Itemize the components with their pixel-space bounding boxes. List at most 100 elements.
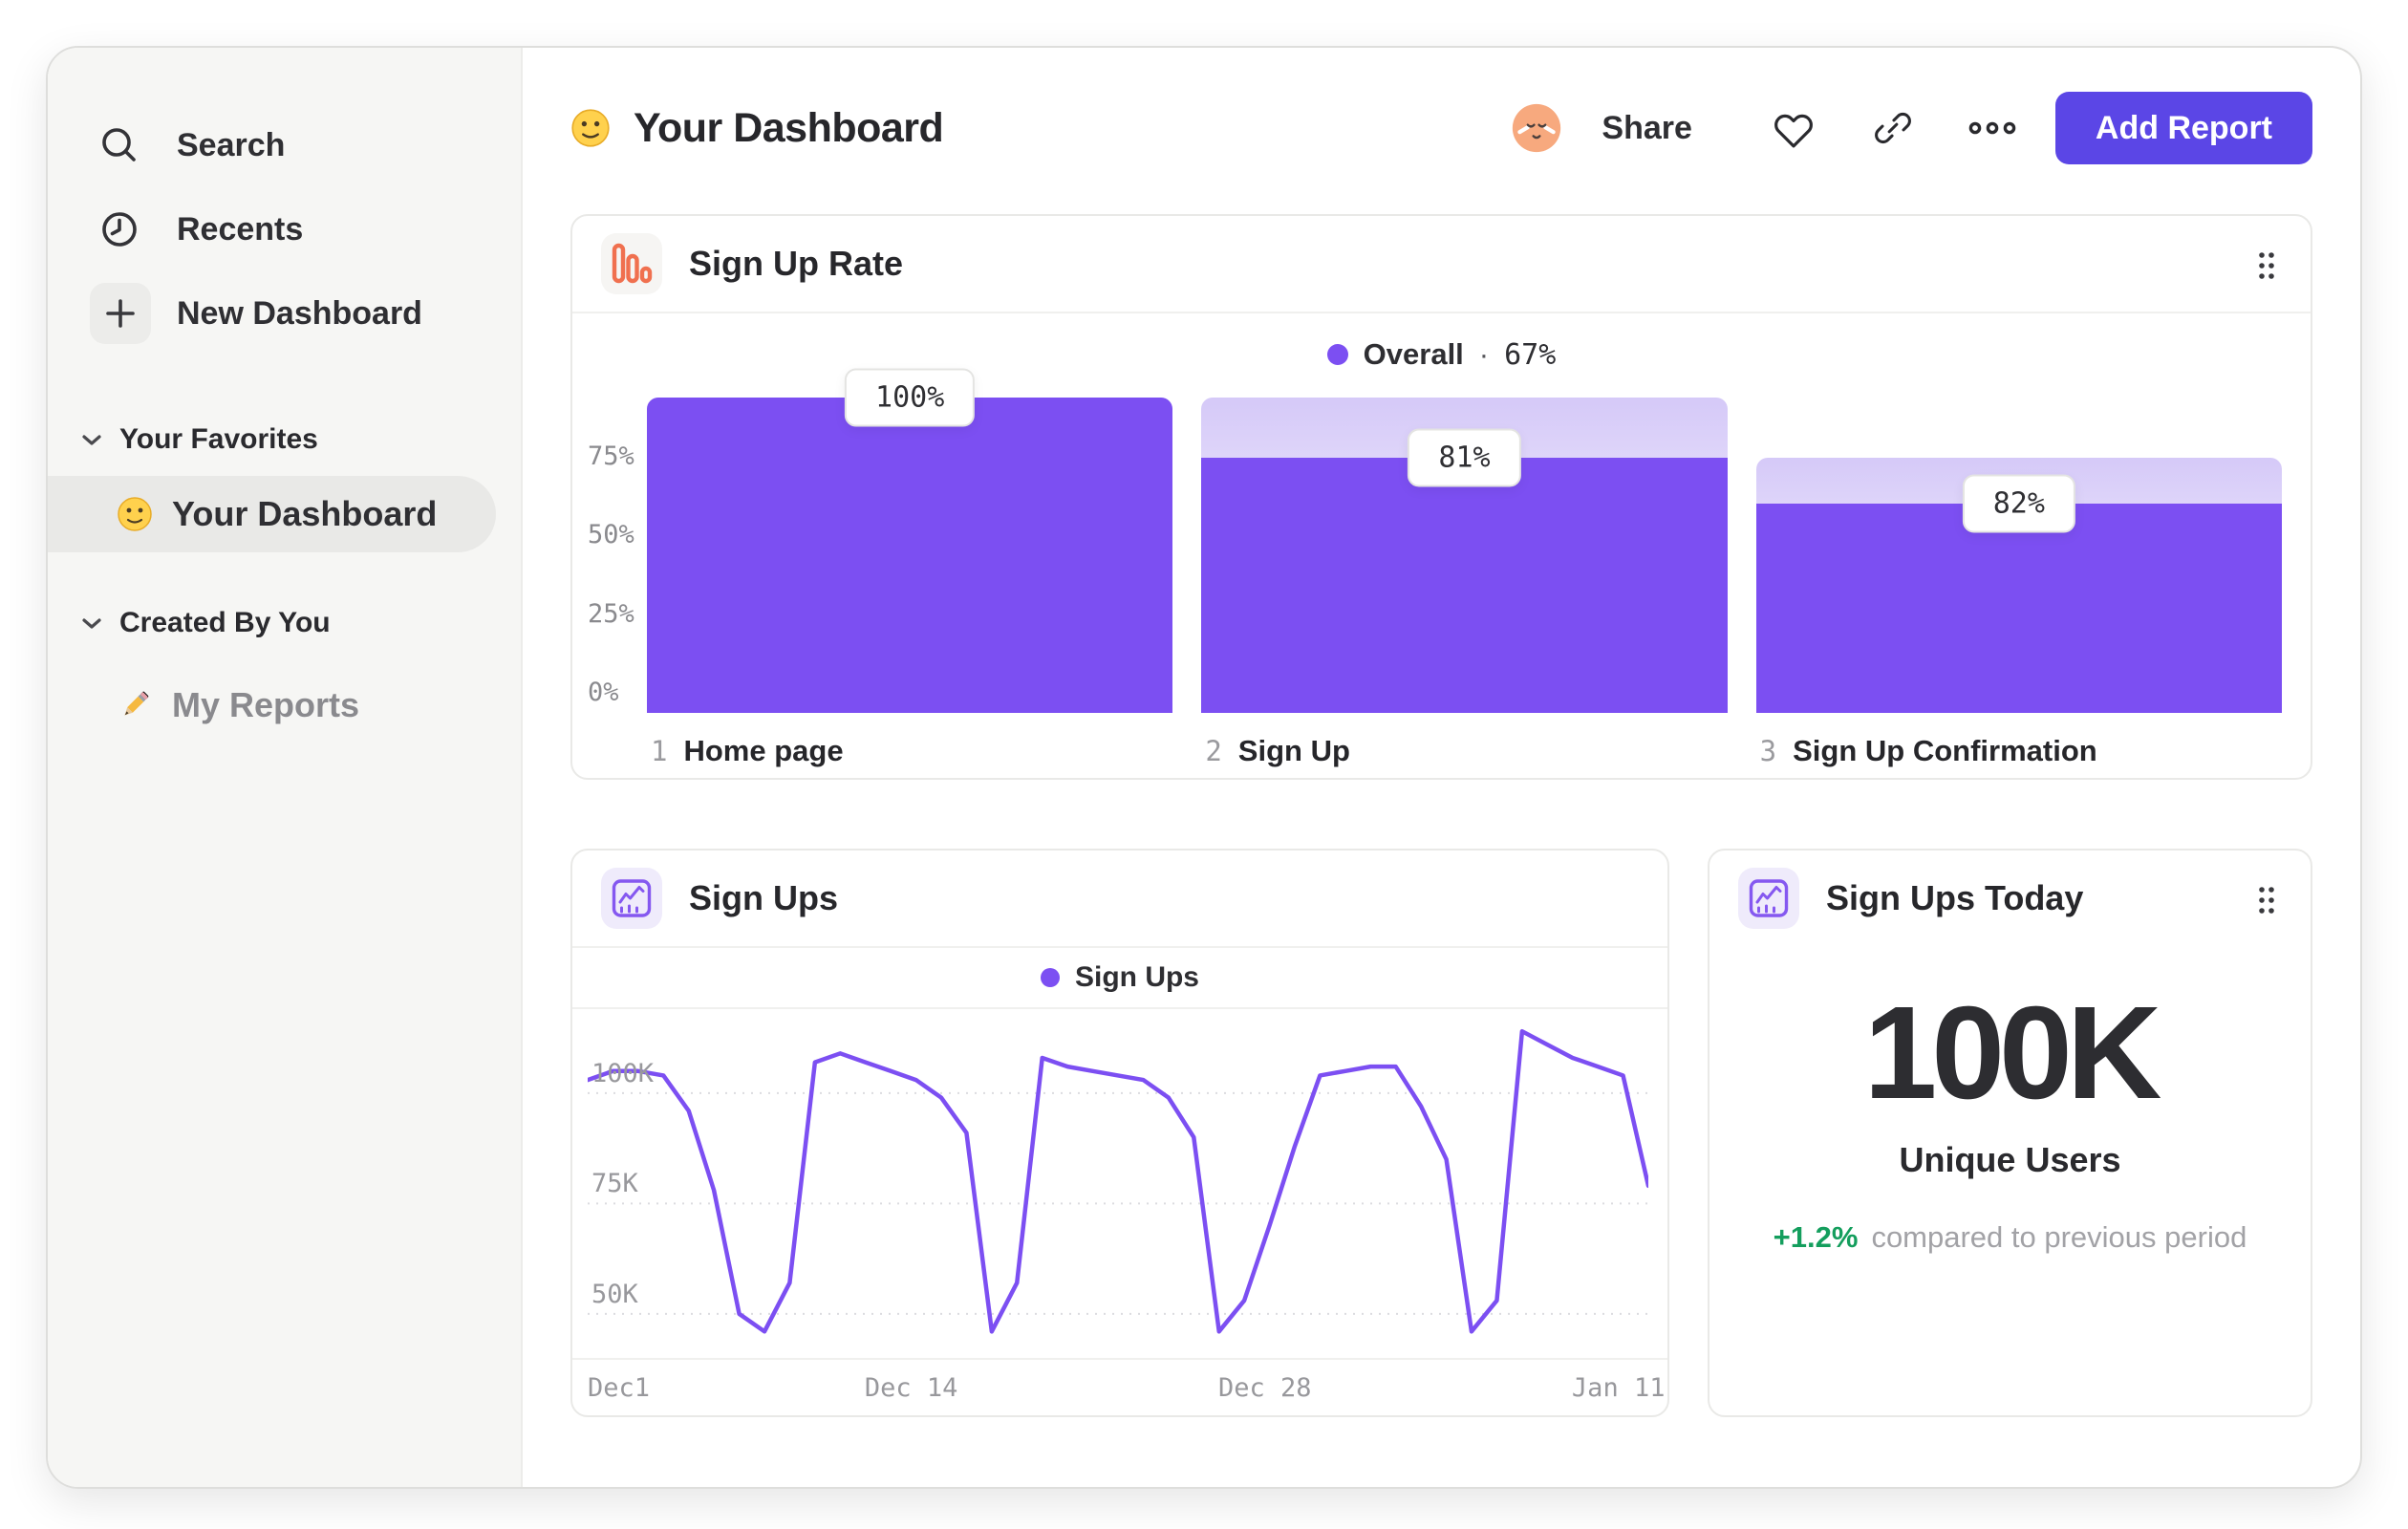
sidebar-item-my-reports[interactable]: My Reports: [48, 667, 496, 743]
card-header: Sign Ups: [572, 851, 1667, 946]
more-options-button[interactable]: [1967, 103, 2017, 153]
funnel-step[interactable]: 81% 2 Sign Up: [1201, 398, 1728, 767]
card-title: Sign Ups: [689, 878, 839, 917]
funnel-y-tick: 25%: [588, 598, 634, 629]
sidebar-item-your-dashboard[interactable]: Your Dashboard: [48, 476, 496, 552]
line-chart-icon: [601, 868, 662, 929]
card-title: Sign Up Rate: [689, 244, 904, 283]
step-name: Sign Up: [1237, 734, 1350, 767]
step-number: 3: [1759, 735, 1777, 767]
delta-badge: +1.2%: [1773, 1219, 1859, 1254]
clock-icon: [97, 207, 141, 251]
sidebar-item-recents[interactable]: Recents: [48, 187, 521, 271]
funnel-value-tooltip: 81%: [1408, 428, 1521, 487]
line-plot: 100K 75K 50K: [588, 1023, 1648, 1358]
sidebar-item-label: Search: [177, 126, 286, 163]
card-header: Sign Up Rate: [572, 216, 2311, 312]
main-content: Your Dashboard Share Add Report Sign Up …: [523, 48, 2360, 1487]
favorite-heart-button[interactable]: [1769, 103, 1818, 153]
funnel-y-tick: 75%: [588, 441, 634, 471]
metric-delta-row: +1.2% compared to previous period: [1774, 1220, 2247, 1255]
dashboard-header: Your Dashboard Share Add Report: [570, 90, 2312, 166]
line-y-tick: 75K: [591, 1169, 638, 1199]
smiley-emoji: [118, 497, 152, 531]
funnel-value-tooltip: 100%: [845, 368, 976, 427]
plus-icon: [90, 283, 151, 344]
line-chart-icon: [1738, 868, 1799, 929]
heart-icon: [1774, 114, 1813, 148]
smiley-emoji: [571, 109, 610, 147]
card-header: Sign Ups Today: [1709, 851, 2311, 946]
avatar[interactable]: [1512, 103, 1561, 153]
funnel-plot: 75% 50% 25% 0% 100% 1 Home page 81% 2 Si…: [572, 368, 2311, 767]
sidebar-item-label: Your Dashboard: [172, 494, 438, 533]
funnel-legend[interactable]: Overall · 67%: [572, 313, 2311, 396]
link-icon: [1874, 112, 1911, 144]
funnel-chart-icon: [601, 233, 662, 294]
funnel-step-label: 3 Sign Up Confirmation: [1760, 734, 2097, 768]
legend-dot: [1040, 968, 1060, 987]
line-x-tick: Dec 14: [864, 1373, 958, 1403]
line-series[interactable]: [588, 1031, 1648, 1331]
pencil-emoji: [124, 691, 149, 716]
ellipsis-icon: [1968, 121, 2016, 135]
chevron-down-icon: [82, 617, 101, 629]
drag-handle-icon[interactable]: [2255, 248, 2278, 288]
metric-label: Unique Users: [1899, 1139, 2121, 1179]
funnel-y-tick: 50%: [588, 520, 634, 549]
sidebar-section-created-by-you[interactable]: Created By You: [48, 598, 521, 648]
funnel-bar: [647, 398, 1173, 713]
funnel-step-label: 2 Sign Up: [1205, 734, 1350, 768]
line-x-tick: Jan 11: [1571, 1373, 1666, 1403]
step-number: 2: [1205, 735, 1222, 767]
line-x-tick: Dec 28: [1217, 1373, 1312, 1403]
step-name: Home page: [683, 734, 844, 767]
sidebar-item-search[interactable]: Search: [48, 103, 521, 187]
funnel-step[interactable]: 100% 1 Home page: [647, 368, 1173, 767]
legend-separator: ·: [1478, 337, 1490, 371]
bottom-cards-row: Sign Ups Sign Ups 100K 75K 50K Dec1 Dec 14 D…: [570, 849, 2312, 1417]
funnel-value-tooltip: 82%: [1962, 474, 2075, 533]
line-x-axis: Dec1 Dec 14 Dec 28 Jan 11: [588, 1360, 1665, 1410]
funnel-step[interactable]: 82% 3 Sign Up Confirmation: [1755, 398, 2282, 767]
legend-label: Sign Ups: [1074, 961, 1199, 993]
metric-value: 100K: [1863, 980, 2162, 1127]
legend-value: 67%: [1504, 337, 1557, 372]
search-icon: [97, 123, 141, 167]
funnel-bars: 100% 1 Home page 81% 2 Sign Up 82% 3 Sig…: [647, 368, 2282, 767]
funnel-bar: [1201, 457, 1728, 713]
app-window: Search Recents New Dashboard Your Favori…: [46, 46, 2362, 1489]
sidebar: Search Recents New Dashboard Your Favori…: [48, 48, 523, 1487]
sidebar-item-label: New Dashboard: [177, 294, 422, 332]
metric-body: 100K Unique Users +1.2% compared to prev…: [1709, 946, 2311, 1255]
page-title-wrap: Your Dashboard: [570, 104, 944, 152]
line-y-tick: 100K: [591, 1058, 655, 1088]
sign-ups-today-card: Sign Ups Today 100K Unique Users +1.2% c…: [1708, 849, 2312, 1417]
sidebar-item-new-dashboard[interactable]: New Dashboard: [48, 271, 521, 355]
funnel-y-tick: 0%: [588, 678, 619, 707]
step-name: Sign Up Confirmation: [1793, 734, 2097, 767]
legend-dot: [1326, 344, 1348, 365]
step-number: 1: [651, 735, 668, 767]
share-button[interactable]: Share: [1602, 110, 1692, 147]
sign-up-rate-card: Sign Up Rate Overall · 67% 75% 50% 25% 0%: [570, 214, 2312, 780]
section-header-label: Your Favorites: [119, 423, 318, 455]
line-y-tick: 50K: [591, 1279, 638, 1309]
sidebar-section-your-favorites[interactable]: Your Favorites: [48, 415, 521, 464]
page-title: Your Dashboard: [634, 104, 944, 151]
legend-label: Overall: [1363, 337, 1464, 371]
card-title: Sign Ups Today: [1826, 878, 2084, 917]
funnel-bar: [1755, 503, 2282, 713]
funnel-y-axis: 75% 50% 25% 0%: [586, 398, 647, 713]
sidebar-item-label: My Reports: [172, 685, 360, 724]
chevron-down-icon: [82, 434, 101, 445]
line-legend[interactable]: Sign Ups: [572, 948, 1667, 1007]
sign-ups-card: Sign Ups Sign Ups 100K 75K 50K Dec1 Dec 14 D…: [570, 849, 1669, 1417]
section-header-label: Created By You: [119, 607, 331, 638]
add-report-button[interactable]: Add Report: [2054, 92, 2312, 164]
copy-link-button[interactable]: [1868, 103, 1918, 153]
divider: [572, 1007, 1667, 1009]
delta-note: compared to previous period: [1871, 1219, 2247, 1254]
drag-handle-icon[interactable]: [2255, 883, 2278, 922]
funnel-step-label: 1 Home page: [651, 734, 844, 768]
